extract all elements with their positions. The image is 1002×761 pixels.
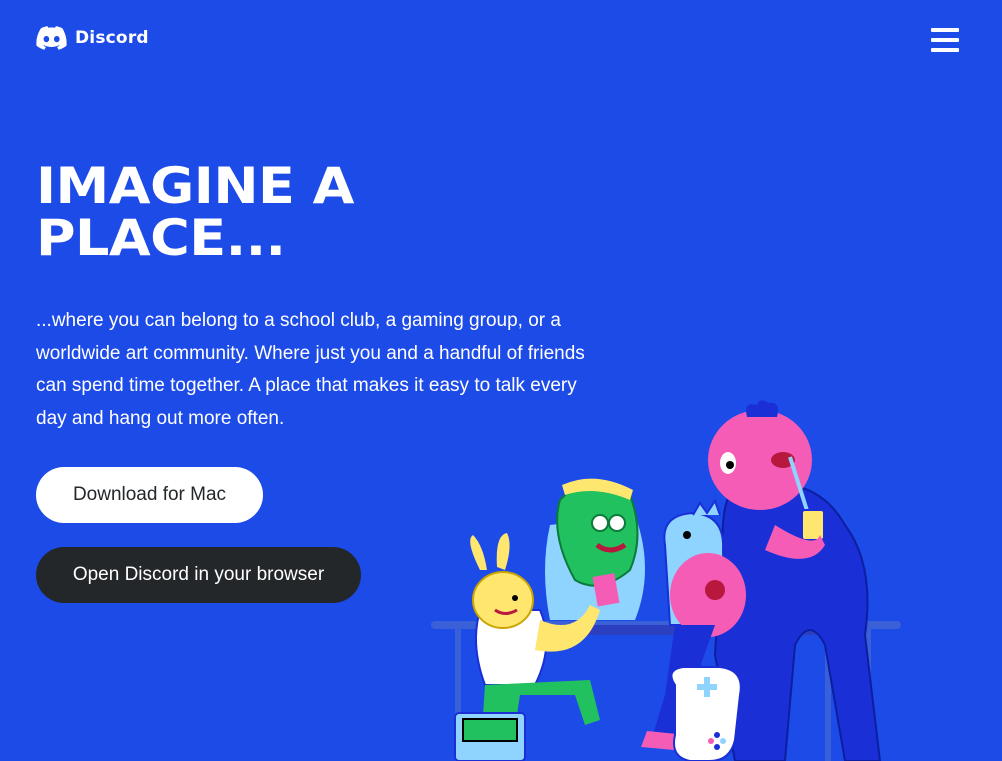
hero-title-line-2: PLACE...: [36, 209, 286, 267]
discord-logo[interactable]: Discord: [36, 26, 149, 50]
discord-clyde-icon: [36, 26, 67, 50]
brand-name: Discord: [75, 28, 149, 48]
hamburger-menu-icon[interactable]: [931, 28, 959, 52]
hero-title-line-1: IMAGINE A: [36, 157, 354, 215]
open-in-browser-button[interactable]: Open Discord in your browser: [36, 547, 361, 603]
hero-title: IMAGINE A PLACE...: [36, 160, 533, 264]
download-for-mac-button[interactable]: Download for Mac: [36, 467, 263, 523]
friends-hangout-illustration: [431, 400, 901, 761]
